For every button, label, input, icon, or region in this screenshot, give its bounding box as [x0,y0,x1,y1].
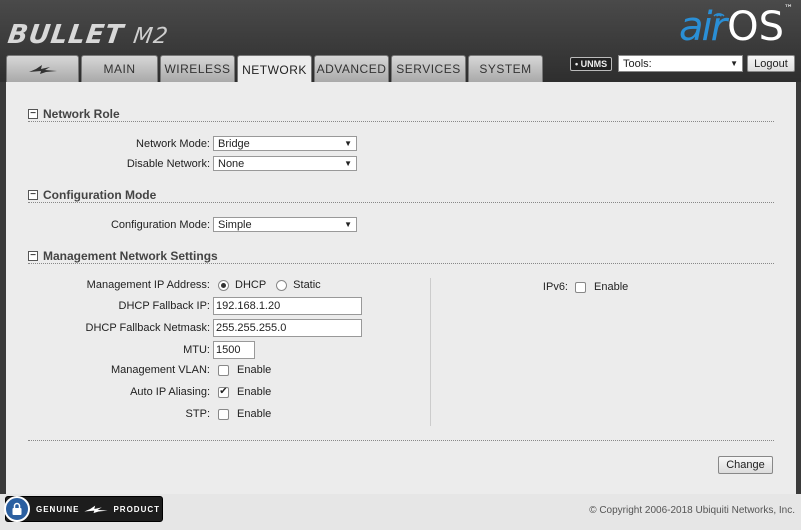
fallback-ip-label: DHCP Fallback IP: [118,300,211,312]
auto-ip-checkbox[interactable]: ✔ [218,386,229,398]
fallback-ip-input[interactable]: 192.168.1.20 [213,297,362,315]
section-divider [28,202,774,203]
network-mode-label: Network Mode: [136,137,210,150]
main-tabs: MAIN WIRELESS NETWORK ADVANCED SERVICES … [6,55,545,83]
fallback-netmask-input[interactable]: 255.255.255.0 [213,319,362,337]
static-radio-label: Static [293,279,321,291]
static-radio[interactable] [276,279,288,291]
checkmark-icon: ✔ [219,386,228,397]
auto-ip-row: Auto IP Aliasing: ✔ Enable [6,386,271,398]
collapse-icon[interactable]: − [28,109,38,119]
configuration-mode-select[interactable]: Simple ▼ [213,217,357,232]
disable-network-label: Disable Network: [126,157,210,170]
tab-main[interactable]: MAIN [81,55,158,82]
management-vlan-enable-label: Enable [237,364,272,376]
management-vlan-label: Management VLAN: [110,364,210,376]
section-management-network[interactable]: − Management Network Settings [28,249,218,263]
stp-row: STP: Enable [6,408,272,420]
section-divider [28,263,774,264]
tab-services[interactable]: SERVICES [391,55,466,82]
network-mode-row: Network Mode: Bridge ▼ [6,136,357,151]
ipv6-row: IPv6: Enable [446,281,628,293]
dhcp-radio[interactable] [218,279,229,291]
auto-ip-enable-label: Enable [237,386,272,398]
radio-dot-icon [221,282,226,288]
section-configuration-mode[interactable]: − Configuration Mode [28,188,156,202]
product-name: BULLET M2 [5,20,171,50]
copyright-text: © Copyright 2006-2018 Ubiquiti Networks,… [589,505,795,516]
ubiquiti-logo-icon [84,505,109,514]
fallback-netmask-row: DHCP Fallback Netmask: 255.255.255.0 [6,319,362,337]
stp-label: STP: [185,408,210,420]
ipv6-label: IPv6: [542,281,568,293]
genuine-product-badge: GENUINE PRODUCT [4,496,163,522]
dropdown-arrow-icon: ▼ [344,159,352,168]
dropdown-arrow-icon: ▼ [344,139,352,148]
tab-advanced[interactable]: ADVANCED [314,55,389,82]
unms-badge[interactable]: • UNMS [570,57,613,71]
unms-dot-icon: • [575,59,579,69]
collapse-icon[interactable]: − [28,190,38,200]
header: BULLET M2 airOS™ MAIN WIRELESS NETWORK A… [0,0,801,83]
network-mode-select[interactable]: Bridge ▼ [213,136,357,151]
management-ip-label: Management IP Address: [86,279,210,291]
tab-system[interactable]: SYSTEM [468,55,543,82]
section-divider [28,121,774,122]
ipv6-enable-label: Enable [594,281,629,293]
dropdown-arrow-icon: ▼ [730,59,738,68]
footer: GENUINE PRODUCT © Copyright 2006-2018 Ub… [0,494,801,530]
mtu-label: MTU: [183,344,210,356]
tab-ubiquiti-logo[interactable] [6,55,79,82]
stp-checkbox[interactable] [218,408,229,420]
fallback-netmask-label: DHCP Fallback Netmask: [85,322,211,334]
mtu-row: MTU: 1500 [6,341,255,359]
change-button[interactable]: Change [718,456,773,474]
ipv6-checkbox[interactable] [575,281,586,293]
column-divider [430,278,431,426]
dropdown-arrow-icon: ▼ [344,220,352,229]
network-settings-panel: − Network Role Network Mode: Bridge ▼ Di… [6,82,796,494]
management-vlan-row: Management VLAN: Enable [6,364,271,376]
logout-button[interactable]: Logout [747,55,795,72]
section-network-role[interactable]: − Network Role [28,107,120,121]
actions-divider [28,440,774,441]
collapse-icon[interactable]: − [28,251,38,261]
management-vlan-checkbox[interactable] [218,364,229,376]
airos-logo: airOS™ [679,4,793,50]
ubiquiti-logo-icon [28,65,57,74]
disable-network-select[interactable]: None ▼ [213,156,357,171]
dhcp-radio-label: DHCP [235,279,267,291]
configuration-mode-row: Configuration Mode: Simple ▼ [6,217,357,232]
mtu-input[interactable]: 1500 [213,341,255,359]
tab-wireless[interactable]: WIRELESS [160,55,235,82]
fallback-ip-row: DHCP Fallback IP: 192.168.1.20 [6,297,362,315]
tab-network[interactable]: NETWORK [237,55,312,83]
tools-dropdown[interactable]: Tools: ▼ [618,55,743,72]
stp-enable-label: Enable [237,408,272,420]
wifi-arc-icon [713,13,725,17]
lock-shield-icon [4,496,30,522]
management-ip-row: Management IP Address: DHCP Static [6,279,321,291]
configuration-mode-label: Configuration Mode: [110,218,210,231]
auto-ip-label: Auto IP Aliasing: [130,386,210,398]
disable-network-row: Disable Network: None ▼ [6,156,357,171]
